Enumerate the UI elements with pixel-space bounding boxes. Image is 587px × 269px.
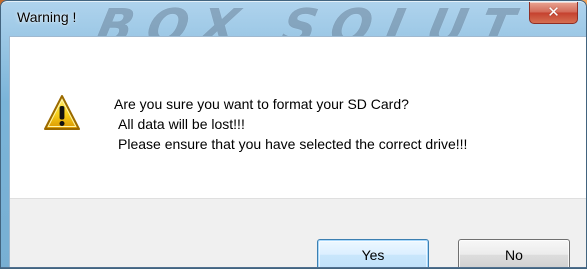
confirmation-message: Are you sure you want to format your SD …	[114, 94, 467, 154]
dialog-client-area: Are you sure you want to format your SD …	[9, 36, 586, 268]
drive-selection-warning-text: Please ensure that you have selected the…	[118, 136, 468, 152]
message-area: Are you sure you want to format your SD …	[10, 37, 586, 198]
close-button[interactable]: ✕	[529, 2, 578, 24]
yes-button[interactable]: Yes	[317, 239, 429, 268]
warning-dialog-window: BOX SOLUT Warning ! ✕ Are you sure you w…	[0, 0, 587, 269]
title-watermark: BOX SOLUT	[91, 1, 534, 36]
window-title: Warning !	[17, 9, 77, 25]
format-question-text: Are you sure you want to format your SD …	[114, 96, 409, 112]
data-loss-warning-text: All data will be lost!!!	[118, 116, 245, 132]
desktop-background: BOX SOLUT Warning ! ✕ Are you sure you w…	[0, 0, 587, 269]
window-bottom-edge	[1, 267, 586, 268]
no-button[interactable]: No	[458, 239, 570, 268]
title-bar[interactable]: BOX SOLUT Warning ! ✕	[1, 1, 586, 36]
warning-triangle-icon	[44, 95, 80, 130]
dialog-button-area: Yes No	[10, 198, 586, 268]
close-icon: ✕	[547, 3, 560, 21]
